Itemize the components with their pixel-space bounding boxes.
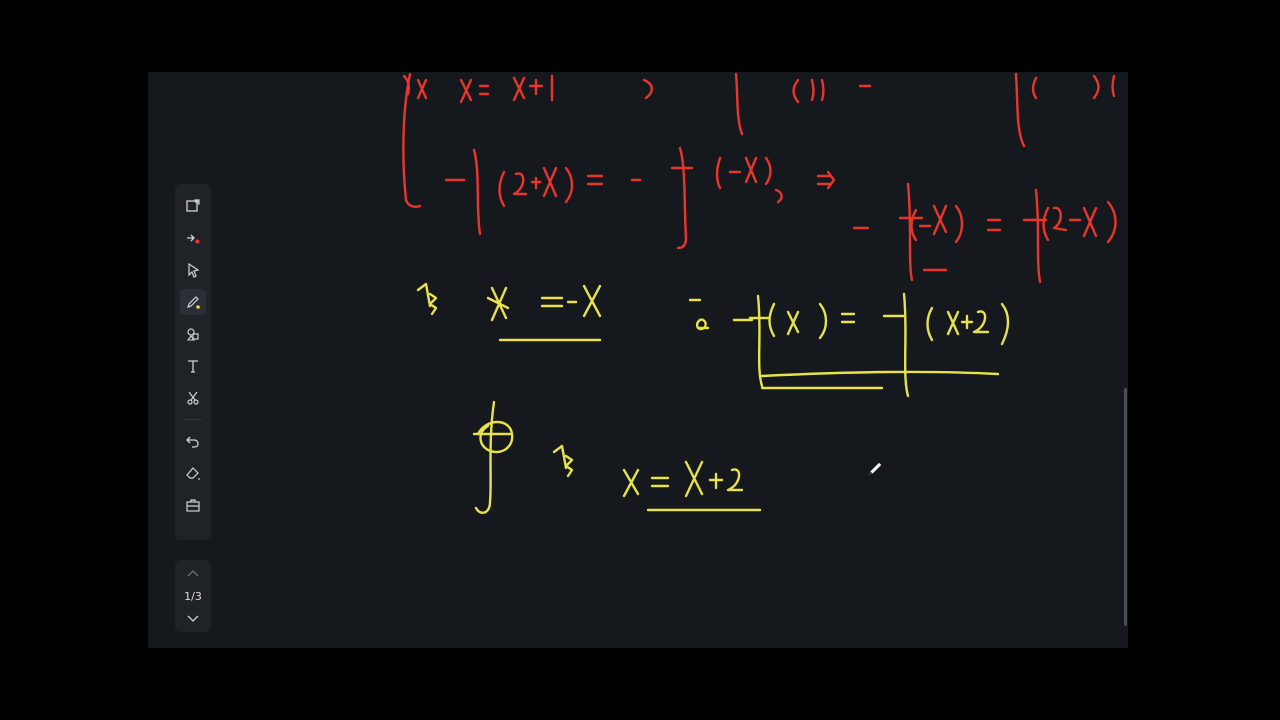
previous-page-button[interactable] xyxy=(183,566,203,580)
eraser-button[interactable] xyxy=(180,460,206,486)
pen-cursor-icon xyxy=(867,461,883,477)
shapes-button[interactable] xyxy=(180,321,206,347)
text-button[interactable] xyxy=(180,353,206,379)
shapes-icon xyxy=(186,328,199,341)
red-ink-strokes xyxy=(402,72,1117,284)
chevron-down-icon xyxy=(187,615,199,622)
toolbar-divider xyxy=(184,419,202,420)
select-pointer-icon xyxy=(188,262,200,278)
handwriting-layer xyxy=(402,72,1117,514)
toolbox-icon xyxy=(186,499,200,512)
chevron-up-icon xyxy=(187,570,199,577)
pen-button[interactable] xyxy=(180,289,206,315)
page-indicator: 1/3 xyxy=(184,589,202,603)
toolbox-button[interactable] xyxy=(180,492,206,518)
page-navigator: 1/3 xyxy=(175,560,211,632)
yellow-ink-strokes xyxy=(416,282,1010,514)
new-page-button[interactable] xyxy=(180,193,206,219)
laser-pointer-button[interactable] xyxy=(180,225,206,251)
pen-icon xyxy=(187,296,200,309)
vertical-scrollbar[interactable] xyxy=(1124,388,1127,626)
undo-button[interactable] xyxy=(180,428,206,454)
next-page-button[interactable] xyxy=(183,612,203,626)
scissors-button[interactable] xyxy=(180,385,206,411)
toolbar xyxy=(175,184,211,540)
select-button[interactable] xyxy=(180,257,206,283)
new-page-icon xyxy=(186,199,200,212)
eraser-icon xyxy=(186,467,200,480)
scissors-icon xyxy=(187,391,199,405)
whiteboard-canvas[interactable]: 1/3 xyxy=(148,72,1128,648)
text-icon xyxy=(188,360,198,373)
laser-pointer-icon xyxy=(187,234,200,244)
undo-icon xyxy=(186,436,199,448)
